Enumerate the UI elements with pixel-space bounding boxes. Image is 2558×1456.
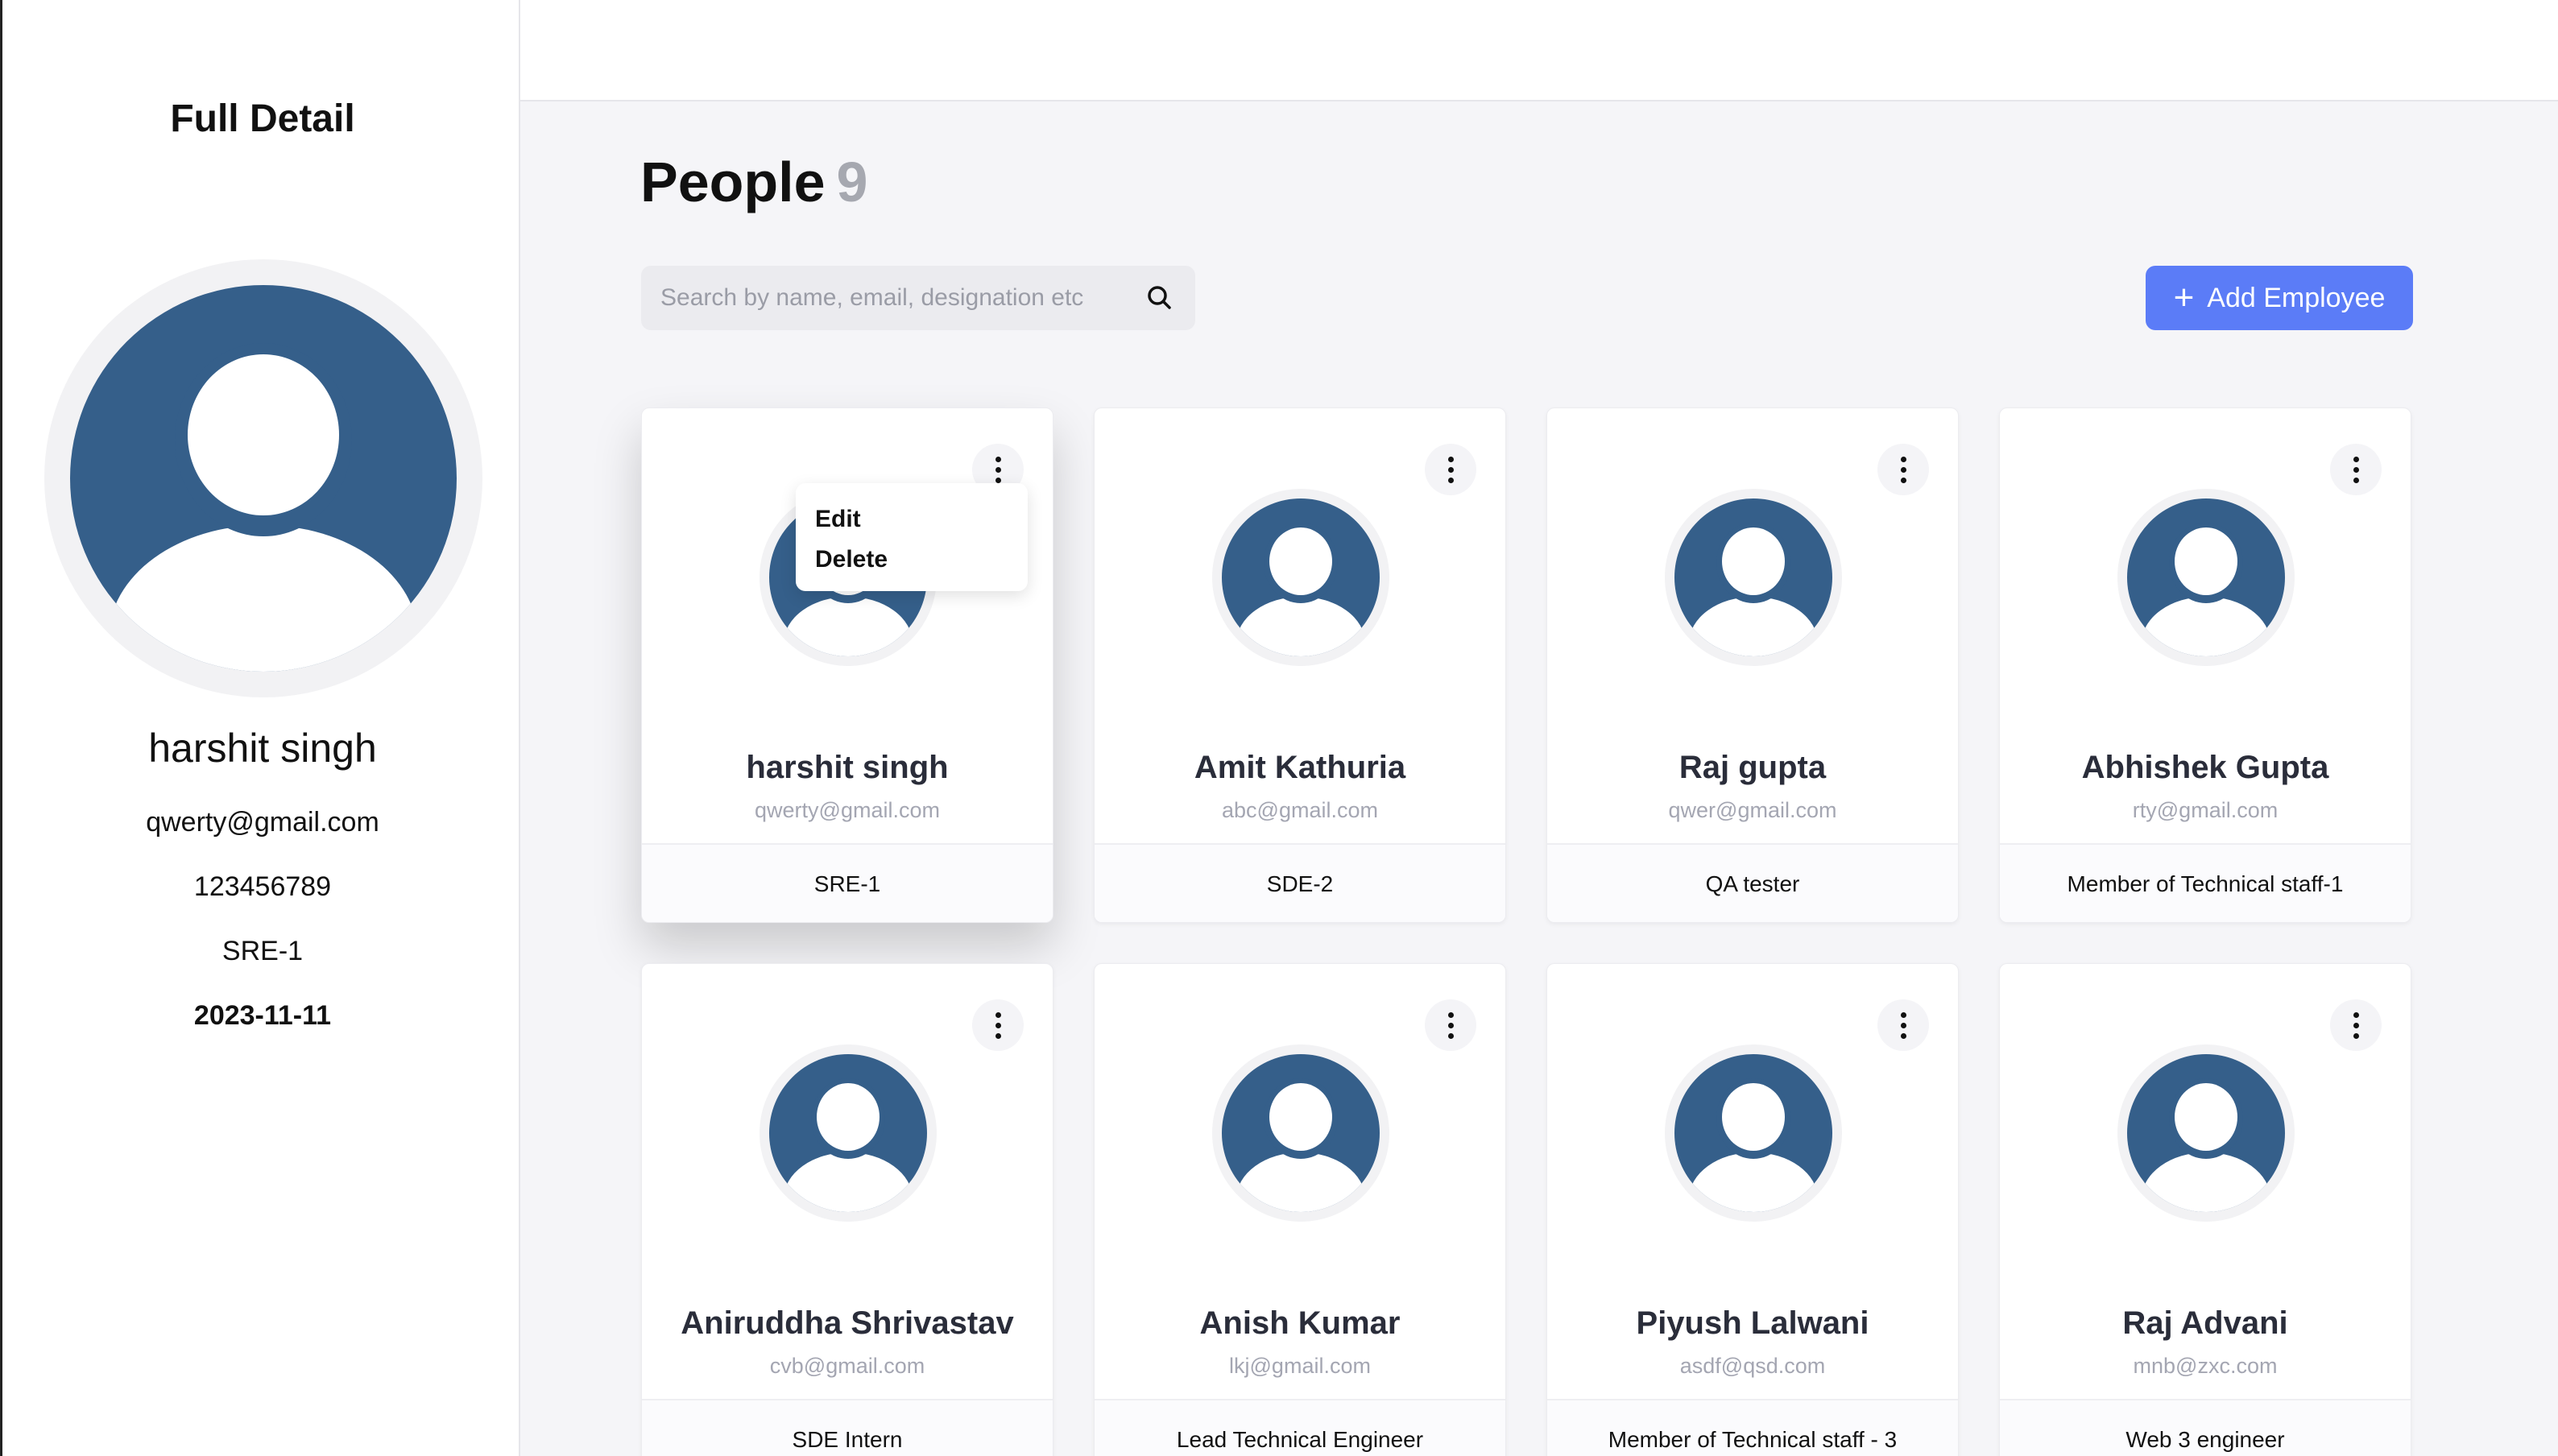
user-avatar-icon [1212,1044,1389,1222]
employee-card[interactable]: Raj gupta qwer@gmail.com QA tester [1546,407,1959,923]
employee-designation: Web 3 engineer [2000,1399,2411,1456]
kebab-menu-icon[interactable] [2330,999,2382,1051]
search-button[interactable] [1144,282,1176,314]
employee-designation: Member of Technical staff-1 [2000,843,2411,922]
employee-card[interactable]: Amit Kathuria abc@gmail.com SDE-2 [1094,407,1506,923]
delete-menu-item[interactable]: Delete [815,540,1008,580]
employee-designation: Lead Technical Engineer [1095,1399,1505,1456]
user-avatar-icon [44,259,482,697]
kebab-menu-icon[interactable] [1425,444,1476,495]
detail-phone: 123456789 [193,871,332,902]
employee-name: Amit Kathuria [1194,750,1406,785]
card-context-menu: Edit Delete [796,483,1028,591]
employee-name: Raj gupta [1678,750,1827,785]
add-employee-label: Add Employee [2207,282,2386,313]
kebab-menu-icon[interactable] [2330,444,2382,495]
employee-designation: SDE Intern [642,1399,1053,1456]
page-title-text: People [640,151,826,213]
employee-email: lkj@gmail.com [1229,1354,1371,1378]
employee-card[interactable]: Anish Kumar lkj@gmail.com Lead Technical E… [1094,963,1506,1456]
employee-email: rty@gmail.com [2132,798,2279,822]
detail-email: qwerty@gmail.com [146,807,379,838]
detail-date: 2023-11-11 [193,1000,332,1031]
user-avatar-icon [760,1044,937,1222]
employee-designation: QA tester [1547,843,1958,922]
employee-name: Aniruddha Shrivastav [681,1305,1014,1341]
user-avatar-icon [1212,489,1389,666]
edit-menu-item[interactable]: Edit [815,499,1008,540]
people-count: 9 [836,151,868,213]
add-employee-button[interactable]: + Add Employee [2146,266,2413,330]
page-title: People 9 [640,150,867,214]
employee-email: asdf@qsd.com [1679,1354,1826,1378]
employee-name: Piyush Lalwani [1636,1305,1869,1341]
employee-card[interactable]: Piyush Lalwani asdf@qsd.com Member of Tech… [1546,963,1959,1456]
user-avatar-icon [2117,489,2295,666]
detail-sidebar: Full Detail harshit singh qwerty@gmail.c… [0,0,520,1456]
employee-email: qwerty@gmail.com [755,798,940,822]
search-bar [641,266,1195,330]
employee-card[interactable]: Raj Advani mnb@zxc.com Web 3 engineer [1999,963,2411,1456]
employee-designation: SRE-1 [642,843,1053,922]
employee-name: Anish Kumar [1199,1305,1401,1341]
employee-designation: Member of Technical staff - 3 [1547,1399,1958,1456]
employee-email: mnb@zxc.com [2133,1354,2278,1378]
user-avatar-icon [1665,1044,1842,1222]
kebab-menu-icon[interactable] [1877,999,1929,1051]
kebab-menu-icon[interactable] [1425,999,1476,1051]
employee-card[interactable]: Aniruddha Shrivastav cvb@gmail.com SDE Int… [641,963,1053,1456]
detail-name: harshit singh [148,726,377,771]
employee-email: qwer@gmail.com [1668,798,1837,822]
employee-card[interactable]: Abhishek Gupta rty@gmail.com Member of Tec… [1999,407,2411,923]
search-icon [1148,286,1171,309]
sidebar-title: Full Detail [170,97,355,140]
user-avatar-icon [2117,1044,2295,1222]
employee-designation: SDE-2 [1095,843,1505,922]
detail-designation: SRE-1 [221,936,304,966]
top-bar [520,0,2558,101]
employee-name: harshit singh [746,750,949,785]
user-avatar-icon [1665,489,1842,666]
kebab-menu-icon[interactable] [1877,444,1929,495]
search-input[interactable] [641,266,1140,330]
employee-name: Abhishek Gupta [2081,750,2329,785]
kebab-menu-icon[interactable] [972,999,1024,1051]
employee-email: abc@gmail.com [1222,798,1378,822]
employee-name: Raj Advani [2122,1305,2288,1341]
employee-email: cvb@gmail.com [769,1354,925,1378]
plus-icon: + [2173,278,2195,317]
